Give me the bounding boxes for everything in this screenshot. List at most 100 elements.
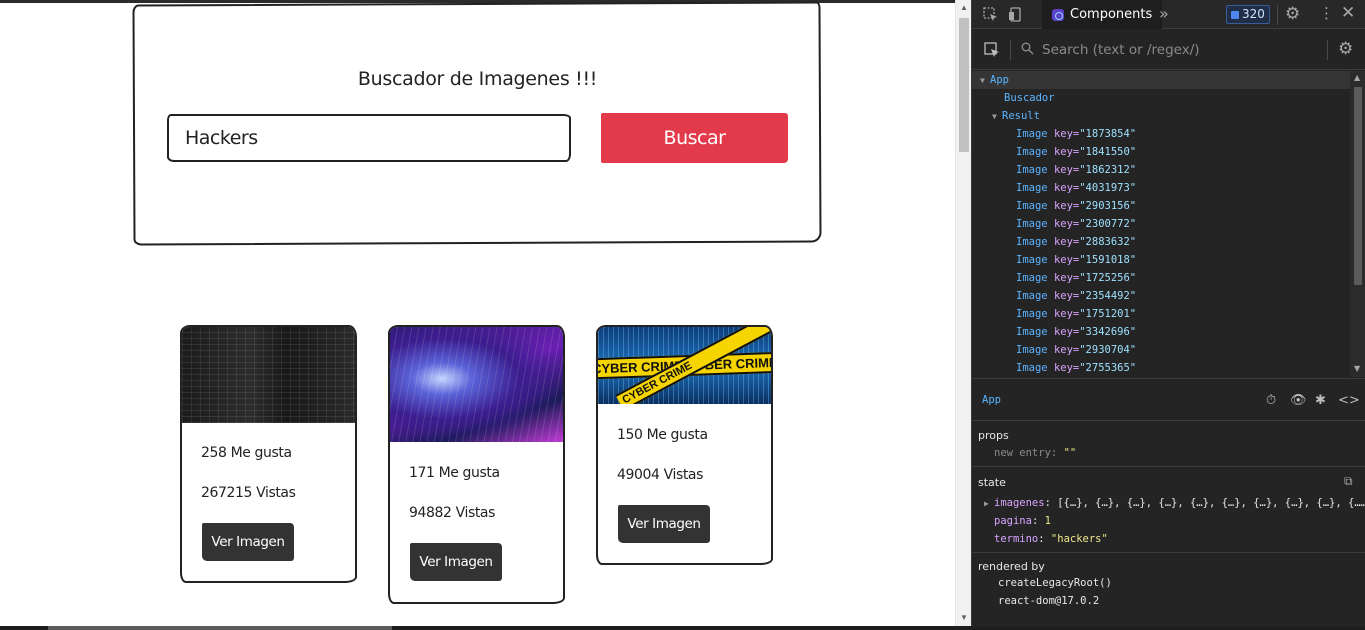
- tree-row-image[interactable]: Image key="1862312": [972, 161, 1350, 179]
- new-entry-value[interactable]: "": [1064, 447, 1077, 459]
- state-title: state: [978, 476, 1006, 489]
- tree-scrollbar-thumb[interactable]: [1354, 87, 1362, 285]
- props-title: props: [978, 429, 1009, 442]
- tree-row-image[interactable]: Image key="1873854": [972, 125, 1350, 143]
- tree-row-image[interactable]: Image key="1591018": [972, 251, 1350, 269]
- settings-gear-icon[interactable]: ⚙: [1285, 6, 1300, 23]
- scroll-up-arrow-icon[interactable]: ▲: [959, 3, 969, 13]
- tree-node-key-attr: key: [1053, 146, 1073, 158]
- bug-icon[interactable]: ✱: [1315, 393, 1326, 408]
- tab-components-label: Components: [1070, 7, 1153, 22]
- devtools-panel: Components » 320 ⚙ ⋮ ✕ ⚙ ▼App Buscador ▼…: [971, 0, 1365, 626]
- caret-down-icon[interactable]: ▼: [992, 108, 1002, 126]
- devtools-tabbar: Components » 320 ⚙ ⋮ ✕: [972, 0, 1365, 29]
- tree-node-name: Image: [1016, 164, 1048, 176]
- tree-node-name: Image: [1016, 146, 1048, 158]
- tree-node-name: Image: [1016, 290, 1048, 302]
- card-image[interactable]: [390, 327, 563, 442]
- state-section: state ⧉ ▶ imagenes: [{…}, {…}, {…}, {…}, …: [972, 467, 1365, 553]
- state-termino-row[interactable]: termino: "hackers": [994, 533, 1108, 545]
- tree-row-image[interactable]: Image key="3342696": [972, 323, 1350, 341]
- new-entry-key: new entry: [994, 447, 1051, 459]
- more-options-icon[interactable]: ⋮: [1319, 6, 1334, 21]
- tree-row-image[interactable]: Image key="2755365": [972, 359, 1350, 377]
- react-icon: [1052, 8, 1064, 21]
- scroll-down-arrow-icon[interactable]: ▼: [1354, 365, 1360, 373]
- tree-node-key-attr: key: [1053, 272, 1073, 284]
- tree-node-name: Image: [1016, 308, 1048, 320]
- tree-row-image[interactable]: Image key="2300772": [972, 215, 1350, 233]
- view-image-button[interactable]: Ver Imagen: [410, 543, 502, 581]
- tree-node-key-attr: key: [1053, 290, 1073, 302]
- likes-count: 258 Me gusta: [201, 445, 292, 461]
- caret-right-icon[interactable]: ▶: [984, 499, 994, 508]
- copy-icon[interactable]: ⧉: [1344, 475, 1353, 487]
- stopwatch-icon[interactable]: ⏱: [1266, 393, 1276, 408]
- card-image[interactable]: [182, 327, 355, 423]
- scroll-down-arrow-icon[interactable]: ▼: [959, 613, 969, 623]
- page-scrollbar[interactable]: ▲ ▼: [955, 0, 971, 626]
- colon: :: [1050, 447, 1064, 459]
- scrollbar-thumb[interactable]: [959, 18, 969, 152]
- tree-node-name: Image: [1016, 362, 1048, 374]
- tree-row-image[interactable]: Image key="2354492": [972, 287, 1350, 305]
- tree-row-app[interactable]: ▼ App: [972, 71, 1350, 89]
- tree-row-image[interactable]: Image key="1751201": [972, 305, 1350, 323]
- close-icon[interactable]: ✕: [1341, 5, 1355, 22]
- rendered-by-item: createLegacyRoot(): [998, 577, 1112, 589]
- scroll-up-arrow-icon[interactable]: ▲: [1354, 74, 1360, 82]
- tree-row-image[interactable]: Image key="1841550": [972, 143, 1350, 161]
- separator: [1277, 5, 1278, 25]
- tab-components[interactable]: Components: [1042, 0, 1163, 29]
- rendered-by-title: rendered by: [978, 560, 1045, 573]
- tree-node-key-attr: key: [1053, 326, 1073, 338]
- tree-scrollbar[interactable]: ▲ ▼: [1350, 71, 1365, 377]
- likes-count: 171 Me gusta: [409, 465, 500, 481]
- tree-row-image[interactable]: Image key="2903156": [972, 197, 1350, 215]
- search-input[interactable]: [167, 114, 571, 162]
- horizontal-scrollbar-thumb[interactable]: [48, 626, 392, 630]
- caret-down-icon[interactable]: ▼: [980, 72, 990, 90]
- device-toggle-icon[interactable]: [1008, 7, 1023, 25]
- component-search-input[interactable]: [1042, 39, 1322, 61]
- tree-row-result[interactable]: ▼ Result: [972, 107, 1350, 125]
- tree-node-name: Image: [1016, 344, 1048, 356]
- state-pagina-row[interactable]: pagina: 1: [994, 515, 1051, 527]
- state-value[interactable]: "hackers": [1051, 533, 1108, 545]
- card-image[interactable]: CYBER CRIME CYBER CRIME CYBER CRIME: [598, 327, 771, 404]
- issues-badge[interactable]: 320: [1226, 5, 1270, 24]
- issues-count: 320: [1242, 7, 1265, 21]
- view-image-button[interactable]: Ver Imagen: [618, 505, 710, 543]
- tree-node-key-attr: key: [1053, 254, 1073, 266]
- tree-node-name: Image: [1016, 182, 1048, 194]
- eye-icon[interactable]: 👁: [1290, 393, 1307, 408]
- separator: [1327, 40, 1328, 60]
- tree-node-name: Image: [1016, 236, 1048, 248]
- tree-row-image[interactable]: Image key="1725256": [972, 269, 1350, 287]
- tree-node-key-value: "2883632": [1079, 236, 1137, 248]
- view-image-button[interactable]: Ver Imagen: [202, 523, 294, 561]
- tree-node-name: Result: [1002, 110, 1040, 122]
- tree-node-key-value: "2755365": [1079, 362, 1137, 374]
- component-settings-gear-icon[interactable]: ⚙: [1338, 41, 1353, 58]
- inspect-element-icon[interactable]: [983, 7, 998, 25]
- views-count: 267215 Vistas: [201, 485, 296, 501]
- tree-node-name: Image: [1016, 326, 1048, 338]
- state-value[interactable]: 1: [1045, 515, 1051, 527]
- tree-row-image[interactable]: Image key="2883632": [972, 233, 1350, 251]
- new-entry-row[interactable]: new entry: "": [994, 447, 1076, 459]
- more-tabs-icon[interactable]: »: [1159, 6, 1169, 22]
- tree-row-image[interactable]: Image key="2930704": [972, 341, 1350, 359]
- page-title: Buscador de Imagenes !!!: [357, 68, 598, 90]
- source-code-icon[interactable]: <>: [1338, 393, 1360, 408]
- search-button[interactable]: Buscar: [601, 113, 788, 163]
- tree-node-name: Image: [1016, 200, 1048, 212]
- tree-node-key-value: "2903156": [1079, 200, 1137, 212]
- state-imagenes-row[interactable]: ▶ imagenes: [{…}, {…}, {…}, {…}, {…}, {…}…: [984, 497, 1365, 509]
- horizontal-scrollbar[interactable]: [0, 626, 1365, 630]
- tree-node-key-attr: key: [1053, 164, 1073, 176]
- select-component-icon[interactable]: [984, 42, 1000, 61]
- tree-row-buscador[interactable]: Buscador: [972, 89, 1350, 107]
- tree-row-image[interactable]: Image key="4031973": [972, 179, 1350, 197]
- selected-component-header: App ⏱ 👁 ✱ <>: [972, 378, 1365, 421]
